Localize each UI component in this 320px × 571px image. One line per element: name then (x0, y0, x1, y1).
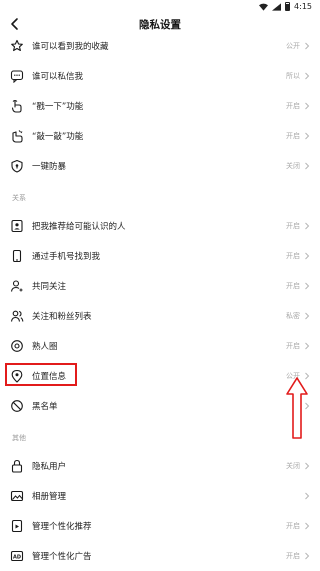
settings-row[interactable]: 关注和粉丝列表 私密 (0, 301, 320, 331)
settings-row-value: 开启 (286, 282, 300, 290)
settings-row-label: 关注和粉丝列表 (32, 312, 92, 322)
chevron-right-icon (305, 42, 310, 50)
annotation-up-arrow-icon (286, 377, 308, 439)
settings-row-label: 位置信息 (32, 372, 67, 382)
settings-list: 谁可以看到我的收藏 公开 谁可以私信我 所以 “戳一下”功能 开启 “敲一敲”功能 开启 一键防… (0, 31, 320, 571)
poke-hand-icon (11, 100, 22, 113)
message-icon (10, 70, 24, 83)
status-icons: 4:15 (259, 2, 312, 11)
chevron-right-icon (305, 282, 310, 290)
chevron-right-icon (305, 552, 310, 560)
settings-row-label: 管理个性化推荐 (32, 522, 92, 532)
settings-row-label: 谁可以看到我的收藏 (32, 42, 109, 52)
settings-row[interactable]: 谁可以私信我 所以 (0, 61, 320, 91)
chevron-right-icon (305, 492, 310, 500)
settings-row[interactable]: 管理个性化推荐 开启 (0, 511, 320, 541)
settings-row-label: 通过手机号找到我 (32, 252, 101, 262)
settings-row[interactable]: 共同关注 开启 (0, 271, 320, 301)
section-header-label: 其他 (12, 434, 26, 442)
star-icon (11, 39, 23, 52)
settings-row[interactable]: 相册管理 (0, 481, 320, 511)
chevron-right-icon (305, 222, 310, 230)
settings-row-label: “敲一敲”功能 (32, 132, 84, 142)
people-icon (10, 310, 24, 322)
settings-row[interactable]: “敲一敲”功能 开启 (0, 121, 320, 151)
section-header: 其他 (0, 421, 320, 451)
block-icon (11, 400, 23, 412)
knock-hand-icon (12, 130, 23, 143)
settings-row-value: 关闭 (286, 162, 300, 170)
settings-row-value: 开启 (286, 252, 300, 260)
ad-icon: AD (10, 550, 24, 562)
settings-row[interactable]: 熟人圈 开启 (0, 331, 320, 361)
circle-icon (11, 340, 23, 352)
shield-icon (11, 159, 23, 173)
image-icon (10, 490, 24, 502)
settings-row[interactable]: AD 管理个性化广告 开启 (0, 541, 320, 571)
settings-row-label: 熟人圈 (32, 342, 58, 352)
settings-row[interactable]: “戳一下”功能 开启 (0, 91, 320, 121)
status-bar: 4:15 (0, 0, 320, 14)
chevron-right-icon (305, 342, 310, 350)
page-title: 隐私设置 (139, 19, 181, 31)
settings-row-label: 黑名单 (32, 402, 58, 412)
chevron-right-icon (305, 162, 310, 170)
settings-row[interactable]: 黑名单 (0, 391, 320, 421)
settings-row[interactable]: 位置信息 公开 (0, 361, 320, 391)
chevron-right-icon (305, 102, 310, 110)
status-time: 4:15 (294, 2, 312, 11)
settings-row-label: 一键防暴 (32, 162, 67, 172)
chevron-right-icon (305, 252, 310, 260)
settings-row-value: 开启 (286, 102, 300, 110)
settings-row[interactable]: 一键防暴 关闭 (0, 151, 320, 181)
settings-row-value: 公开 (286, 42, 300, 50)
chevron-right-icon (305, 312, 310, 320)
settings-row-label: 相册管理 (32, 492, 67, 502)
lock-icon (11, 459, 23, 473)
chevron-right-icon (305, 462, 310, 470)
settings-row-label: 管理个性化广告 (32, 552, 92, 562)
contact-card-icon (11, 219, 23, 233)
settings-row-value: 开启 (286, 342, 300, 350)
recommend-icon (11, 519, 23, 533)
chevron-right-icon (305, 522, 310, 530)
settings-row-label: “戳一下”功能 (32, 102, 84, 112)
person-icon (10, 280, 23, 292)
svg-text:AD: AD (13, 554, 21, 560)
location-pin-icon (11, 369, 23, 383)
phone-icon (12, 249, 22, 263)
chevron-right-icon (305, 72, 310, 80)
section-header-label: 关系 (12, 194, 26, 202)
settings-row[interactable]: 隐私用户 关闭 (0, 451, 320, 481)
signal-icon (272, 2, 282, 11)
settings-row-value: 私密 (286, 312, 300, 320)
settings-row-label: 隐私用户 (32, 462, 67, 472)
settings-row-value: 所以 (286, 72, 300, 80)
settings-row[interactable]: 把我推荐给可能认识的人 开启 (0, 211, 320, 241)
settings-row-value: 开启 (286, 552, 300, 560)
settings-row-value: 开启 (286, 522, 300, 530)
settings-row[interactable]: 谁可以看到我的收藏 公开 (0, 31, 320, 61)
settings-row-value: 开启 (286, 222, 300, 230)
settings-row-value: 关闭 (286, 462, 300, 470)
settings-row[interactable]: 通过手机号找到我 开启 (0, 241, 320, 271)
chevron-right-icon (305, 132, 310, 140)
settings-row-value: 开启 (286, 132, 300, 140)
battery-icon (285, 2, 291, 11)
settings-row-label: 把我推荐给可能认识的人 (32, 222, 126, 232)
settings-row-label: 谁可以私信我 (32, 72, 84, 82)
settings-row-label: 共同关注 (32, 282, 67, 292)
section-header: 关系 (0, 181, 320, 211)
wifi-icon (259, 3, 269, 11)
